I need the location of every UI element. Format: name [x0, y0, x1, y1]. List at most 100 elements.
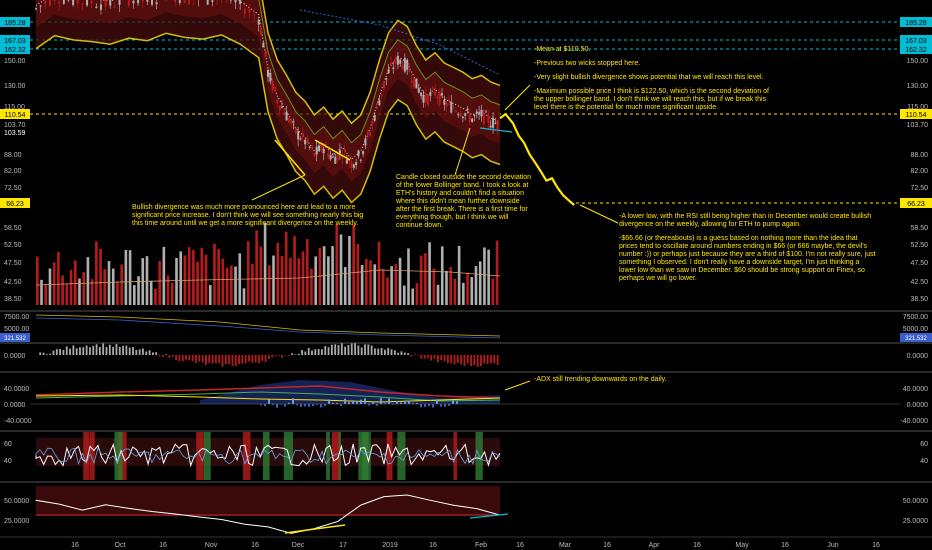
candle-body — [376, 103, 379, 105]
time-axis-tick: 16 — [71, 542, 79, 549]
volume-bar — [331, 246, 334, 305]
volume-bar — [339, 234, 343, 305]
candle-body — [417, 87, 420, 93]
macd-bar — [132, 346, 134, 355]
volume-bar — [57, 251, 60, 305]
macd-bar — [453, 355, 456, 365]
candle-body — [81, 3, 84, 5]
macd-bar — [79, 347, 81, 355]
candle-body — [450, 101, 453, 113]
candle-body — [318, 145, 321, 152]
macd-bar — [496, 355, 499, 366]
candle-body — [306, 137, 309, 143]
time-axis-tick: 16 — [872, 542, 880, 549]
annotation-six-six: -$66.66 (or thereabouts) is a guess base… — [619, 235, 876, 282]
volume-axis-tick-left: 7500.00 — [4, 314, 29, 321]
adx-hist — [328, 399, 330, 404]
adx-hist — [292, 398, 294, 404]
price-axis-tick: 47.50 — [910, 260, 928, 267]
candle-body — [492, 117, 495, 128]
candle-body — [473, 115, 476, 117]
volume-bar — [95, 241, 98, 305]
candle-body — [383, 82, 385, 88]
current-price-left: 103.59 — [4, 130, 26, 137]
volume-bar — [179, 251, 183, 305]
price-tag-label-left: 110.54 — [5, 112, 26, 119]
price-axis-tick-left: 72.50 — [4, 185, 22, 192]
volume-bar — [369, 260, 372, 305]
macd-bar — [142, 348, 144, 355]
candle-body — [380, 93, 383, 96]
candle-body — [315, 146, 318, 155]
price-tag-label: 167.03 — [905, 38, 927, 45]
stoch-divergence-mark — [284, 524, 346, 534]
adx-axis-tick: 40.0000 — [903, 386, 928, 393]
macd-bar — [59, 348, 61, 355]
candle-body — [441, 93, 443, 96]
candle-body — [253, 14, 256, 16]
time-axis-tick: Jun — [827, 542, 838, 549]
rsi-axis-tick-left: 40 — [4, 458, 12, 465]
macd-bar — [201, 355, 204, 363]
candle-body — [39, 5, 42, 7]
annotation-divergence: -Very slight bullish divergence shows po… — [534, 74, 764, 81]
volume-bar — [407, 248, 410, 305]
candle-body — [364, 138, 367, 146]
macd-bar — [301, 349, 303, 355]
macd-bar — [214, 355, 217, 364]
adx-hist — [264, 404, 266, 407]
volume-bar — [255, 230, 258, 305]
macd-bar — [208, 355, 211, 364]
macd-bar — [251, 355, 254, 363]
volume-bar — [99, 248, 102, 305]
adx-hist — [284, 404, 286, 407]
candle-body — [392, 67, 395, 69]
macd-bar — [145, 351, 148, 355]
candle-body — [58, 1, 61, 4]
volume-bar — [73, 260, 77, 305]
time-axis-tick: Nov — [205, 542, 218, 549]
candle-body — [269, 72, 272, 82]
volume-bar — [158, 261, 161, 305]
macd-bar — [344, 346, 347, 355]
candle-body — [329, 155, 332, 160]
macd-bar — [42, 352, 45, 355]
adx-hist — [348, 402, 350, 404]
macd-bar — [483, 355, 486, 364]
adx-axis-tick-left: -40.0000 — [4, 418, 32, 425]
macd-bar — [307, 348, 310, 355]
candle-body — [413, 78, 416, 88]
macd-bar — [152, 352, 154, 355]
volume-bar — [200, 248, 204, 305]
price-axis-tick: 150.00 — [907, 58, 929, 65]
rsi-axis-tick: 60 — [920, 441, 928, 448]
macd-bar — [191, 355, 194, 362]
price-axis-tick-left: 47.50 — [4, 260, 22, 267]
candle-body — [311, 146, 314, 148]
macd-bar — [108, 344, 111, 355]
time-axis-tick: Feb — [475, 542, 487, 549]
macd-bar — [241, 355, 244, 364]
macd-bar — [271, 355, 274, 358]
macd-bar — [350, 343, 353, 355]
volume-bar — [343, 267, 347, 305]
price-axis-tick-left: 103.70 — [4, 122, 26, 129]
volume-bar — [268, 265, 271, 305]
adx-hist — [388, 398, 390, 404]
volume-bar — [377, 241, 381, 305]
macd-bar — [205, 355, 207, 365]
adx-hist — [448, 404, 450, 406]
macd-bar — [490, 355, 492, 364]
candle-body — [271, 80, 274, 91]
candle-body — [127, 0, 130, 6]
price-axis-tick-left: 38.50 — [4, 296, 22, 303]
candle-body — [334, 156, 337, 164]
macd-bar — [423, 355, 426, 359]
macd-bar — [347, 345, 350, 355]
macd-bar — [155, 352, 158, 355]
macd-bar — [460, 355, 463, 365]
price-axis-tick: 52.50 — [910, 242, 928, 249]
candle-body — [436, 96, 439, 99]
macd-bar — [437, 355, 439, 363]
candle-body — [234, 0, 237, 3]
